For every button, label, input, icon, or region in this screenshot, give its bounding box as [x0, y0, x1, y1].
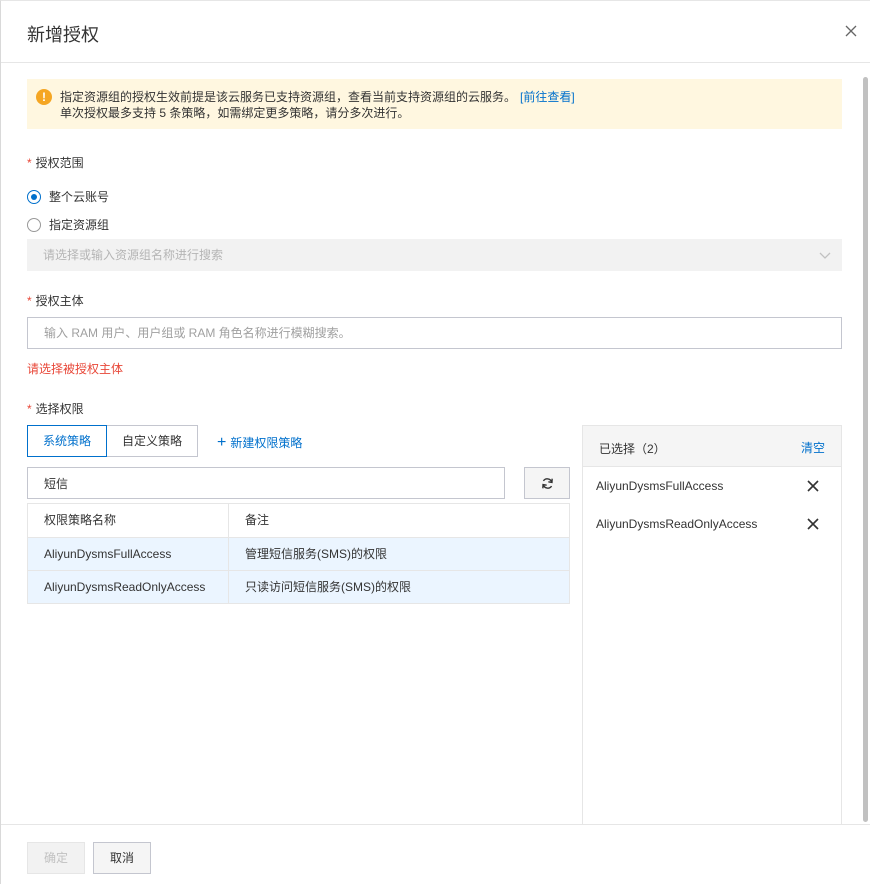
required-mark: * [27, 156, 32, 170]
scope-label: * 授权范围 [27, 154, 84, 171]
scrollbar[interactable] [863, 77, 868, 822]
notice-line-2: 单次授权最多支持 5 条策略，如需绑定更多策略，请分多次进行。 [60, 106, 410, 120]
radio-whole-account-label: 整个云账号 [49, 190, 110, 204]
new-policy-link[interactable]: + 新建权限策略 [217, 434, 302, 451]
notice-line-1: 指定资源组的授权生效前提是该云服务已支持资源组，查看当前支持资源组的云服务。 [前… [60, 89, 832, 105]
selected-item: AliyunDysmsReadOnlyAccess [583, 505, 841, 543]
refresh-icon [541, 477, 553, 489]
selected-count-title: 已选择（2） [599, 442, 666, 456]
principal-label-text: 授权主体 [35, 294, 84, 308]
remove-icon[interactable] [807, 480, 819, 492]
radio-unchecked-icon[interactable] [27, 217, 41, 232]
close-icon[interactable] [843, 23, 859, 39]
required-mark: * [27, 402, 32, 416]
dialog-header: 新增授权 [1, 1, 870, 63]
permission-label: * 选择权限 [27, 400, 84, 417]
cancel-button[interactable]: 取消 [93, 842, 152, 874]
radio-whole-account[interactable]: 整个云账号 [27, 188, 109, 205]
dialog-title: 新增授权 [27, 25, 99, 45]
new-policy-label: 新建权限策略 [230, 436, 303, 450]
resource-group-select: 请选择或输入资源组名称进行搜索 [27, 239, 842, 271]
principal-input[interactable] [27, 317, 842, 349]
policy-note-cell: 只读访问短信服务(SMS)的权限 [245, 580, 411, 594]
confirm-button[interactable]: 确定 [27, 842, 86, 874]
principal-label: * 授权主体 [27, 292, 84, 309]
radio-resource-group-label: 指定资源组 [49, 218, 110, 232]
policy-name-cell: AliyunDysmsFullAccess [28, 538, 229, 570]
required-mark: * [27, 294, 32, 308]
chevron-down-icon [819, 252, 831, 259]
policy-tabs: 系统策略 自定义策略 [27, 425, 199, 457]
table-row[interactable]: AliyunDysmsReadOnlyAccess 只读访问短信服务(SMS)的… [28, 570, 569, 603]
warning-icon: ! [36, 89, 52, 105]
policy-note-cell: 管理短信服务(SMS)的权限 [245, 547, 387, 561]
selected-panel-header: 已选择（2） 清空 [583, 426, 841, 467]
radio-resource-group[interactable]: 指定资源组 [27, 216, 109, 233]
policy-name-cell: AliyunDysmsReadOnlyAccess [28, 571, 229, 603]
view-link[interactable]: [前往查看] [520, 90, 575, 104]
remove-icon[interactable] [807, 518, 819, 530]
refresh-button[interactable] [524, 467, 570, 499]
column-header-note: 备注 [245, 513, 270, 527]
selected-item-label: AliyunDysmsFullAccess [596, 479, 724, 493]
scope-label-text: 授权范围 [35, 156, 84, 170]
plus-icon: + [217, 433, 227, 451]
policy-table: 权限策略名称 备注 AliyunDysmsFullAccess 管理短信服务(S… [27, 503, 570, 604]
resource-group-placeholder: 请选择或输入资源组名称进行搜索 [43, 248, 224, 262]
selected-panel: 已选择（2） 清空 AliyunDysmsFullAccess AliyunDy… [582, 425, 842, 825]
tab-system-policy[interactable]: 系统策略 [27, 425, 108, 457]
table-header: 权限策略名称 备注 [28, 504, 569, 537]
add-authorization-dialog: 新增授权 ! 指定资源组的授权生效前提是该云服务已支持资源组，查看当前支持资源组… [0, 0, 870, 884]
radio-checked-icon[interactable] [27, 189, 41, 204]
table-row[interactable]: AliyunDysmsFullAccess 管理短信服务(SMS)的权限 [28, 537, 569, 570]
notice-banner: ! 指定资源组的授权生效前提是该云服务已支持资源组，查看当前支持资源组的云服务。… [27, 79, 842, 129]
principal-error: 请选择被授权主体 [27, 362, 124, 376]
clear-button[interactable]: 清空 [801, 439, 825, 456]
selected-item: AliyunDysmsFullAccess [583, 467, 841, 505]
dialog-footer: 确定 取消 [1, 824, 870, 884]
permission-label-text: 选择权限 [35, 402, 84, 416]
policy-search-input[interactable] [27, 467, 505, 499]
tab-custom-policy[interactable]: 自定义策略 [107, 425, 199, 457]
column-header-name: 权限策略名称 [28, 504, 229, 537]
notice-text-1: 指定资源组的授权生效前提是该云服务已支持资源组，查看当前支持资源组的云服务。 [60, 90, 517, 104]
selected-item-label: AliyunDysmsReadOnlyAccess [596, 517, 758, 531]
